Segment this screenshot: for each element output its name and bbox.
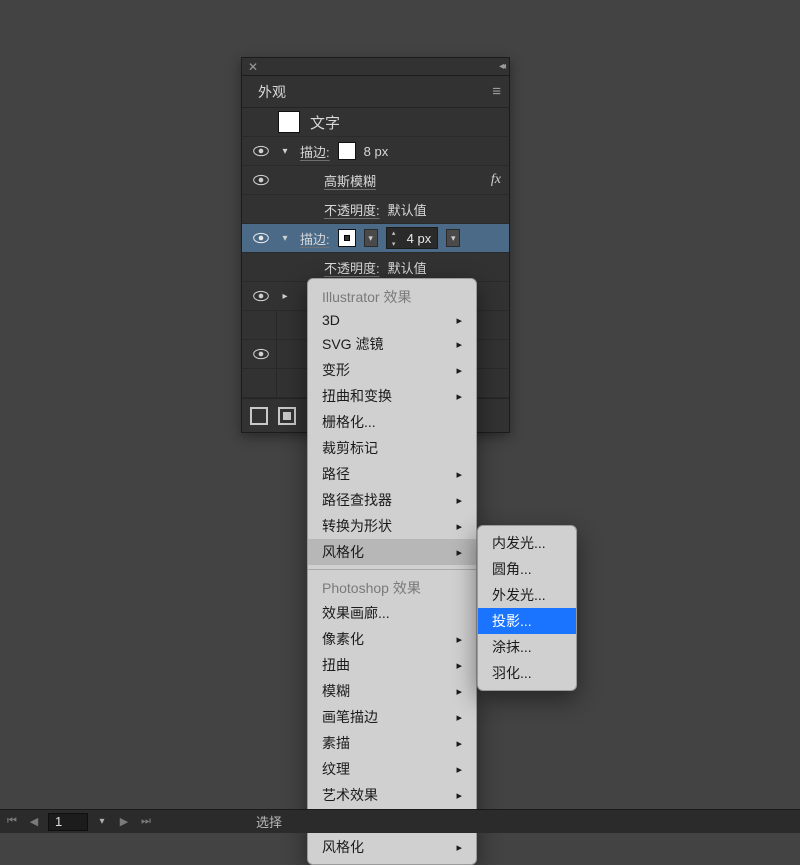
stroke-color-swatch[interactable] [338, 142, 356, 160]
stroke-width-stepper[interactable]: ▴ ▾ 4 px [386, 227, 439, 249]
stroke-width-value: 4 px [401, 231, 438, 246]
close-icon[interactable]: ✕ [248, 60, 258, 74]
menu-item-ps-stylize[interactable]: 风格化 [308, 834, 476, 860]
fill-swatch[interactable] [278, 111, 300, 133]
submenu-feather[interactable]: 羽化... [478, 660, 576, 686]
menu-item-svg-filters[interactable]: SVG 滤镜 [308, 331, 476, 357]
chevron-down-icon[interactable]: ▾ [278, 233, 292, 244]
collapse-icon[interactable]: ◂◂ [499, 61, 503, 72]
tab-appearance[interactable]: 外观 [250, 75, 294, 109]
next-page-icon[interactable]: ▶ [116, 815, 132, 828]
menu-item-pixelate[interactable]: 像素化 [308, 626, 476, 652]
stylize-submenu: 内发光... 圆角... 外发光... 投影... 涂抹... 羽化... [477, 525, 577, 691]
gaussian-row[interactable]: 高斯模糊 fx [242, 166, 509, 195]
eye-icon[interactable] [252, 145, 270, 157]
submenu-scribble[interactable]: 涂抹... [478, 634, 576, 660]
submenu-drop-shadow[interactable]: 投影... [478, 608, 576, 634]
menu-divider [308, 569, 476, 570]
stroke-width: 8 px [364, 144, 389, 159]
menu-item-pathfinder[interactable]: 路径查找器 [308, 487, 476, 513]
first-page-icon[interactable]: ⏮ [4, 815, 20, 828]
stroke-label[interactable]: 描边: [300, 229, 330, 248]
status-text: 选择 [256, 812, 282, 831]
menu-item-stylize[interactable]: 风格化 [308, 539, 476, 565]
chevron-right-icon[interactable]: ▸ [278, 291, 292, 302]
panel-header: ✕ ◂◂ [242, 58, 509, 76]
opacity-label[interactable]: 不透明度: [324, 200, 380, 219]
gaussian-label[interactable]: 高斯模糊 [324, 171, 376, 190]
eye-icon[interactable] [252, 174, 270, 186]
menu-item-crop-marks[interactable]: 裁剪标记 [308, 435, 476, 461]
menu-item-sketch[interactable]: 素描 [308, 730, 476, 756]
item-title-row[interactable]: 文字 [242, 108, 509, 137]
menu-item-distort[interactable]: 扭曲 [308, 652, 476, 678]
stroke-row-2[interactable]: ▾ 描边: ▾ ▴ ▾ 4 px ▾ [242, 224, 509, 253]
prev-page-icon[interactable]: ◀ [26, 815, 42, 828]
item-title: 文字 [310, 112, 340, 133]
page-dropdown-icon[interactable]: ▾ [94, 816, 110, 827]
stroke-row-1[interactable]: ▾ 描边: 8 px [242, 137, 509, 166]
menu-item-warp[interactable]: 变形 [308, 357, 476, 383]
menu-item-texture[interactable]: 纹理 [308, 756, 476, 782]
width-dropdown-icon[interactable]: ▾ [446, 229, 460, 247]
opacity-value: 默认值 [388, 200, 427, 219]
eye-icon[interactable] [252, 232, 270, 244]
menu-item-rasterize[interactable]: 栅格化... [308, 409, 476, 435]
menu-item-effect-gallery[interactable]: 效果画廊... [308, 600, 476, 626]
menu-item-blur[interactable]: 模糊 [308, 678, 476, 704]
opacity-value: 默认值 [388, 258, 427, 277]
menu-section-header: Illustrator 效果 [308, 283, 476, 309]
no-fill-button[interactable] [250, 407, 268, 425]
effects-menu: Illustrator 效果 3D SVG 滤镜 变形 扭曲和变换 栅格化...… [307, 278, 477, 865]
eye-icon[interactable] [252, 348, 270, 360]
opacity-label[interactable]: 不透明度: [324, 258, 380, 277]
submenu-outer-glow[interactable]: 外发光... [478, 582, 576, 608]
panel-tabs: 外观 ≡ [242, 76, 509, 108]
chevron-down-icon[interactable]: ▾ [278, 146, 292, 157]
submenu-inner-glow[interactable]: 内发光... [478, 530, 576, 556]
stepper-up-icon[interactable]: ▴ [387, 227, 401, 238]
stroke-label[interactable]: 描边: [300, 142, 330, 161]
menu-item-3d[interactable]: 3D [308, 309, 476, 331]
opacity-row-1[interactable]: 不透明度: 默认值 [242, 195, 509, 224]
menu-item-path[interactable]: 路径 [308, 461, 476, 487]
menu-item-convert-shape[interactable]: 转换为形状 [308, 513, 476, 539]
fill-button[interactable] [278, 407, 296, 425]
panel-menu-icon[interactable]: ≡ [492, 84, 501, 99]
stroke-color-swatch[interactable] [338, 229, 356, 247]
menu-item-brush-strokes[interactable]: 画笔描边 [308, 704, 476, 730]
submenu-round-corners[interactable]: 圆角... [478, 556, 576, 582]
color-dropdown-icon[interactable]: ▾ [364, 229, 378, 247]
menu-item-artistic[interactable]: 艺术效果 [308, 782, 476, 808]
last-page-icon[interactable]: ⏭ [138, 815, 154, 828]
eye-icon[interactable] [252, 290, 270, 302]
stepper-down-icon[interactable]: ▾ [387, 238, 401, 249]
menu-section-header: Photoshop 效果 [308, 574, 476, 600]
status-bar: ⏮ ◀ 1 ▾ ▶ ⏭ 选择 [0, 809, 800, 833]
menu-item-distort-transform[interactable]: 扭曲和变换 [308, 383, 476, 409]
fx-icon[interactable]: fx [491, 172, 501, 188]
page-input[interactable]: 1 [48, 813, 88, 831]
